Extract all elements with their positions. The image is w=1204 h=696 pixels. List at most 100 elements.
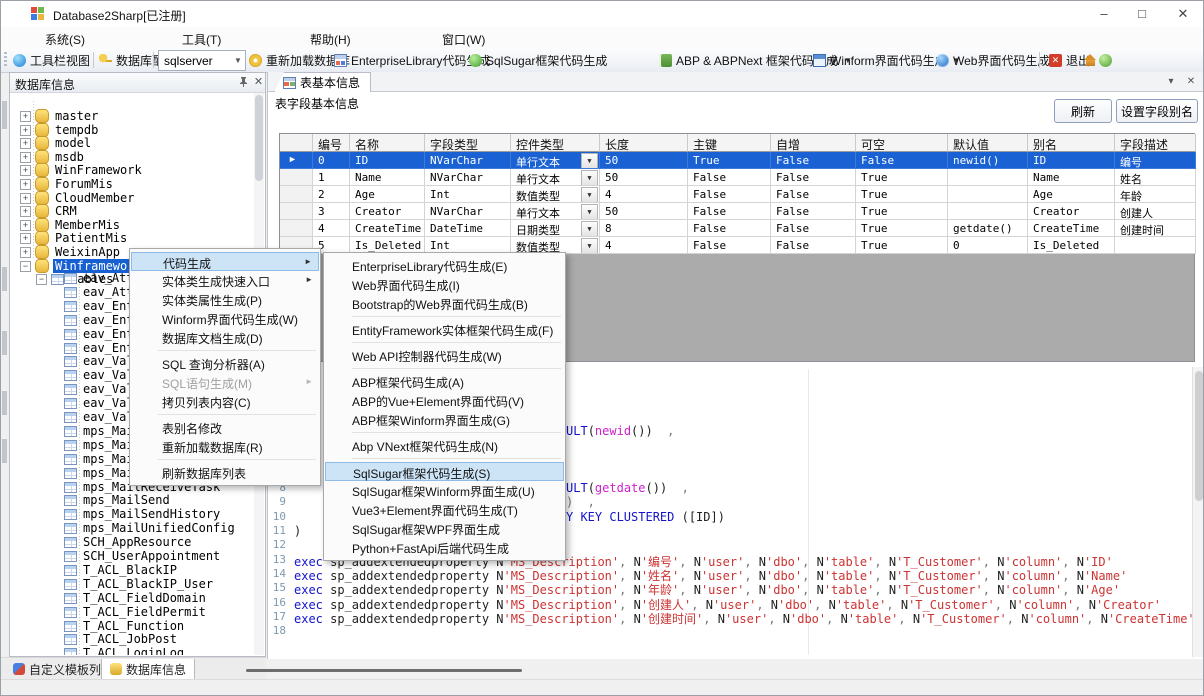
grid-column-header[interactable]: 长度 [600, 134, 688, 152]
menu-item[interactable]: 拷贝列表内容(C) [131, 392, 319, 411]
menu-item[interactable]: ABP框架代码生成(A) [325, 372, 564, 391]
grid-cell[interactable]: 年龄 [1115, 186, 1196, 203]
tree-node-database[interactable]: +master [20, 109, 100, 123]
menu-item[interactable]: Web API控制器代码生成(W) [325, 346, 564, 365]
pin-icon[interactable] [237, 76, 250, 89]
grid-cell[interactable]: False [771, 203, 856, 220]
menu-item[interactable]: Python+FastApi后端代码生成 [325, 538, 564, 557]
grid-cell[interactable]: 50 [600, 203, 688, 220]
grid-cell[interactable]: False [771, 169, 856, 186]
tree-expander-icon[interactable]: + [20, 125, 31, 136]
grid-cell[interactable]: True [688, 152, 771, 169]
tree-node-database[interactable]: +ForumMis [20, 177, 115, 191]
grid-cell[interactable]: 单行文本▼ [511, 203, 600, 220]
grid-column-header[interactable]: 可空 [856, 134, 948, 152]
refresh-button[interactable]: 刷新 [1054, 99, 1112, 123]
tree-expander-icon[interactable]: + [20, 233, 31, 244]
grid-cell[interactable]: 姓名 [1115, 169, 1196, 186]
tree-node-database[interactable]: +CRM [20, 204, 79, 218]
grid-cell[interactable]: NVarChar [425, 203, 511, 220]
web-codegen-button[interactable]: Web界面代码生成 ▼ [936, 50, 1063, 70]
combo-dropdown-button[interactable]: ▼ [581, 238, 598, 254]
row-selector[interactable] [280, 203, 313, 220]
grid-cell[interactable]: Is_Deleted [1028, 237, 1115, 254]
tree-expander-icon[interactable]: + [20, 152, 31, 163]
tab-table-basic-info[interactable]: 表基本信息 [274, 72, 371, 92]
grid-cell[interactable]: 0 [948, 237, 1028, 254]
menu-item[interactable]: EnterpriseLibrary代码生成(E) [325, 256, 564, 275]
grid-cell[interactable]: Age [1028, 186, 1115, 203]
grid-cell[interactable]: Creator [350, 203, 425, 220]
combo-dropdown-button[interactable]: ▼ [581, 204, 598, 220]
menubar-item[interactable]: 帮助(H) [306, 30, 355, 49]
tree-expander-icon[interactable]: + [20, 206, 31, 217]
tree-expander-icon[interactable]: + [20, 179, 31, 190]
grid-cell[interactable]: False [771, 152, 856, 169]
grid-column-header[interactable]: 控件类型 [511, 134, 600, 152]
grid-cell[interactable]: ID [350, 152, 425, 169]
autohide-tab[interactable] [2, 439, 7, 463]
tree-expander-icon[interactable]: + [20, 220, 31, 231]
close-button[interactable]: ✕ [1168, 5, 1198, 23]
menu-item[interactable]: 表别名修改 [131, 418, 319, 437]
grid-cell[interactable]: 50 [600, 169, 688, 186]
tree-scrollbar-thumb[interactable] [255, 95, 263, 181]
tree-node-table[interactable]: SCH_AppResource [64, 535, 193, 549]
row-selector[interactable] [280, 169, 313, 186]
grid-column-header[interactable]: 字段描述 [1115, 134, 1196, 152]
row-selector[interactable]: ► [280, 152, 313, 169]
grid-cell[interactable]: False [688, 220, 771, 237]
tree-node-database[interactable]: +PatientMis [20, 231, 129, 245]
menu-item[interactable]: 数据库文档生成(D) [131, 328, 319, 347]
maximize-button[interactable]: □ [1127, 5, 1157, 23]
grid-cell[interactable]: 4 [313, 220, 350, 237]
home-button[interactable] [1084, 50, 1097, 70]
grid-cell[interactable]: Int [425, 186, 511, 203]
menu-item[interactable]: 刷新数据库列表 [131, 463, 319, 482]
tree-node-table[interactable]: T_ACL_BlackIP_User [64, 577, 215, 591]
grid-cell[interactable]: newid() [948, 152, 1028, 169]
grid-cell[interactable]: 单行文本▼ [511, 169, 600, 186]
grid-column-header[interactable]: 名称 [350, 134, 425, 152]
row-selector[interactable] [280, 220, 313, 237]
grid-cell[interactable]: False [856, 152, 948, 169]
grid-cell[interactable]: 单行文本▼ [511, 152, 600, 169]
tree-node-table[interactable]: T_ACL_Function [64, 619, 186, 633]
combo-dropdown-button[interactable]: ▼ [581, 153, 598, 169]
database-type-select[interactable]: sqlserver ▼ [158, 50, 246, 71]
grid-cell[interactable]: CreateTime [350, 220, 425, 237]
grid-cell[interactable]: 1 [313, 169, 350, 186]
grid-cell[interactable]: Name [1028, 169, 1115, 186]
grid-cell[interactable]: Creator [1028, 203, 1115, 220]
grid-cell[interactable]: 数值类型▼ [511, 186, 600, 203]
combo-dropdown-button[interactable]: ▼ [581, 187, 598, 203]
grid-cell[interactable]: True [856, 186, 948, 203]
menu-item[interactable]: SqlSugar框架Winform界面生成(U) [325, 481, 564, 500]
grid-cell[interactable] [1115, 237, 1196, 254]
tree-expander-icon[interactable]: + [20, 111, 31, 122]
tree-expander-icon[interactable]: + [20, 247, 31, 258]
grid-cell[interactable]: ID [1028, 152, 1115, 169]
autohide-tab[interactable] [2, 331, 7, 355]
row-selector[interactable] [280, 186, 313, 203]
rss-button[interactable] [1099, 50, 1112, 70]
chevron-down-icon[interactable]: ▾ [1163, 75, 1179, 89]
grid-cell[interactable]: 创建人 [1115, 203, 1196, 220]
autohide-tab[interactable] [2, 101, 7, 129]
tree-node-database[interactable]: +tempdb [20, 123, 100, 137]
tree-node-database[interactable]: +WeixinApp [20, 245, 122, 259]
combo-dropdown-button[interactable]: ▼ [581, 221, 598, 237]
grid-cell[interactable]: DateTime [425, 220, 511, 237]
grid-cell[interactable]: False [688, 237, 771, 254]
tree-node-database[interactable]: +msdb [20, 150, 86, 164]
menubar-item[interactable]: 窗口(W) [438, 30, 489, 49]
menu-item[interactable]: 重新加载数据库(R) [131, 437, 319, 456]
tree-node-table[interactable]: T_ACL_BlackIP [64, 563, 179, 577]
menu-item[interactable]: EntityFramework实体框架代码生成(F) [325, 320, 564, 339]
tree-node-table[interactable]: SCH_UserAppointment [64, 549, 222, 563]
grid-cell[interactable]: 4 [600, 186, 688, 203]
grid-cell[interactable]: True [856, 220, 948, 237]
grid-cell[interactable]: NVarChar [425, 169, 511, 186]
tree-expander-icon[interactable]: + [20, 138, 31, 149]
menu-item[interactable]: SqlSugar框架WPF界面生成 [325, 519, 564, 538]
